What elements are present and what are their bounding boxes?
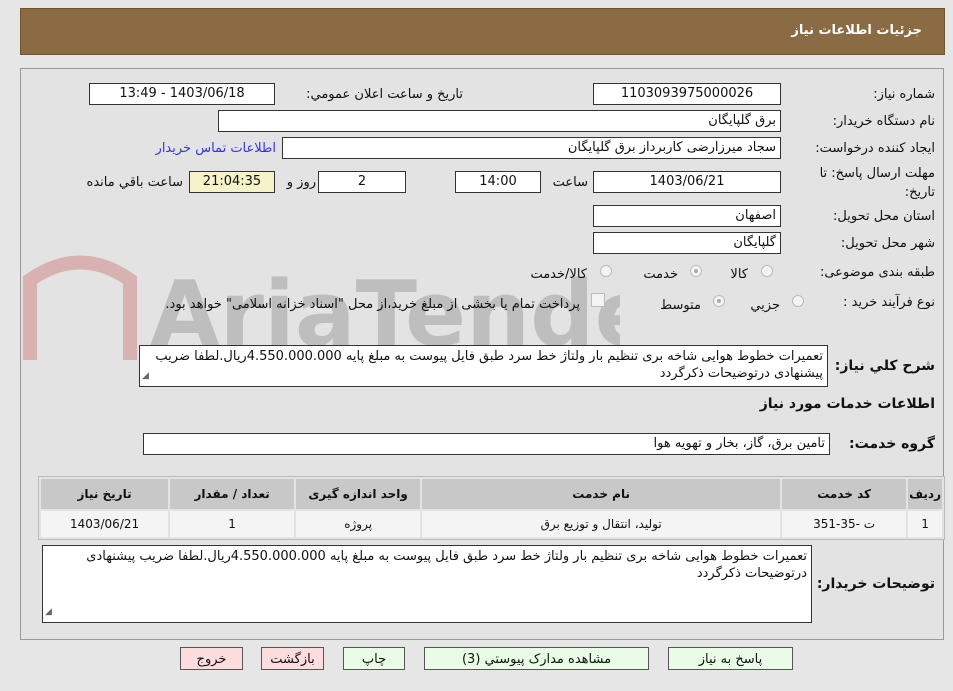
process-option-medium: متوسط (660, 298, 701, 313)
buyer-notes-label: توضیحات خریدار: (816, 576, 935, 592)
buyer-notes-textarea[interactable]: تعمیرات خطوط هوایی شاخه بری تنظیم بار ول… (42, 545, 812, 623)
back-button[interactable]: بازگشت (261, 647, 324, 670)
cell-date: 1403/06/21 (41, 511, 169, 537)
summary-textarea[interactable]: تعمیرات خطوط هوایی شاخه بری تنظیم بار ول… (139, 345, 828, 387)
category-label: طبقه بندی موضوعی: (819, 265, 935, 280)
province-field: اصفهان (593, 205, 781, 227)
days-label: روز و (286, 175, 316, 190)
table-row: 1 ت -35-351 تولید، انتقال و توزیع برق پر… (41, 511, 942, 537)
cell-code: ت -35-351 (782, 511, 907, 537)
service-group-field: تامین برق، گاز، بخار و تهویه هوا (143, 433, 830, 455)
buyer-org-label: نام دستگاه خریدار: (832, 114, 935, 129)
view-documents-button[interactable]: مشاهده مدارک پیوستي (3) (424, 647, 649, 670)
treasury-checkbox[interactable] (591, 293, 605, 307)
announce-field: 1403/06/18 - 13:49 (89, 83, 275, 105)
services-table: ردیف کد خدمت نام خدمت واحد اندازه گیری ت… (39, 477, 944, 539)
creator-field: سجاد میرزارضی کاربرداز برق گلپایگان (282, 137, 781, 159)
service-group-label: گروه خدمت: (849, 436, 935, 452)
buyer-notes-text: تعمیرات خطوط هوایی شاخه بری تنظیم بار ول… (86, 549, 807, 581)
remaining-label: ساعت باقي مانده (86, 175, 183, 190)
summary-label: شرح کلي نیاز: (834, 358, 935, 374)
resize-grip-icon[interactable]: ◢ (142, 368, 149, 385)
col-name: نام خدمت (422, 479, 781, 509)
remaining-time-field: 21:04:35 (189, 171, 275, 193)
services-heading: اطلاعات خدمات مورد نیاز (759, 396, 935, 412)
print-button[interactable]: چاپ (343, 647, 405, 670)
col-row: ردیف (908, 479, 942, 509)
page-title: جزئیات اطلاعات نیاز (791, 23, 922, 38)
province-label: استان محل تحویل: (833, 209, 935, 224)
category-option-goods-service: کالا/خدمت (530, 267, 587, 282)
cell-row: 1 (908, 511, 942, 537)
category-radio-service[interactable] (690, 265, 702, 277)
col-qty: تعداد / مقدار (170, 479, 295, 509)
resize-grip-icon[interactable]: ◢ (45, 604, 52, 621)
buyer-org-field: برق گلپایگان (218, 110, 781, 132)
deadline-date-field: 1403/06/21 (593, 171, 781, 193)
days-field: 2 (318, 171, 406, 193)
city-field: گلپایگان (593, 232, 781, 254)
creator-label: ایجاد کننده درخواست: (815, 141, 935, 156)
deadline-time-field: 14:00 (455, 171, 541, 193)
cell-qty: 1 (170, 511, 295, 537)
process-radio-minor[interactable] (792, 295, 804, 307)
process-radio-medium[interactable] (713, 295, 725, 307)
reply-button[interactable]: پاسخ به نیاز (668, 647, 793, 670)
process-option-minor: جزيي (750, 298, 780, 313)
process-label: نوع فرآیند خرید : (843, 295, 935, 310)
cell-unit: پروژه (296, 511, 421, 537)
deadline-label: مهلت ارسال پاسخ: تا تاریخ: (819, 166, 935, 200)
col-date: تاریخ نیاز (41, 479, 169, 509)
city-label: شهر محل تحویل: (840, 236, 935, 251)
need-number-field: 1103093975000026 (593, 83, 781, 105)
page-header: جزئیات اطلاعات نیاز (20, 8, 945, 55)
category-radio-goods[interactable] (761, 265, 773, 277)
payment-note: پرداخت تمام یا بخشی از مبلغ خرید،از محل … (165, 297, 580, 312)
table-header-row: ردیف کد خدمت نام خدمت واحد اندازه گیری ت… (41, 479, 942, 509)
cell-name: تولید، انتقال و توزیع برق (422, 511, 781, 537)
time-label: ساعت (552, 175, 588, 190)
col-unit: واحد اندازه گیری (296, 479, 421, 509)
buyer-contact-link[interactable]: اطلاعات تماس خریدار (156, 141, 276, 156)
category-radio-goods-service[interactable] (600, 265, 612, 277)
exit-button[interactable]: خروج (180, 647, 243, 670)
category-option-service: خدمت (643, 267, 678, 282)
summary-text: تعمیرات خطوط هوایی شاخه بری تنظیم بار ول… (155, 349, 823, 381)
announce-label: تاریخ و ساعت اعلان عمومي: (306, 87, 463, 102)
category-option-goods: کالا (730, 267, 748, 282)
services-table-wrap: ردیف کد خدمت نام خدمت واحد اندازه گیری ت… (38, 476, 945, 540)
need-number-label: شماره نیاز: (873, 87, 935, 102)
col-code: کد خدمت (782, 479, 907, 509)
